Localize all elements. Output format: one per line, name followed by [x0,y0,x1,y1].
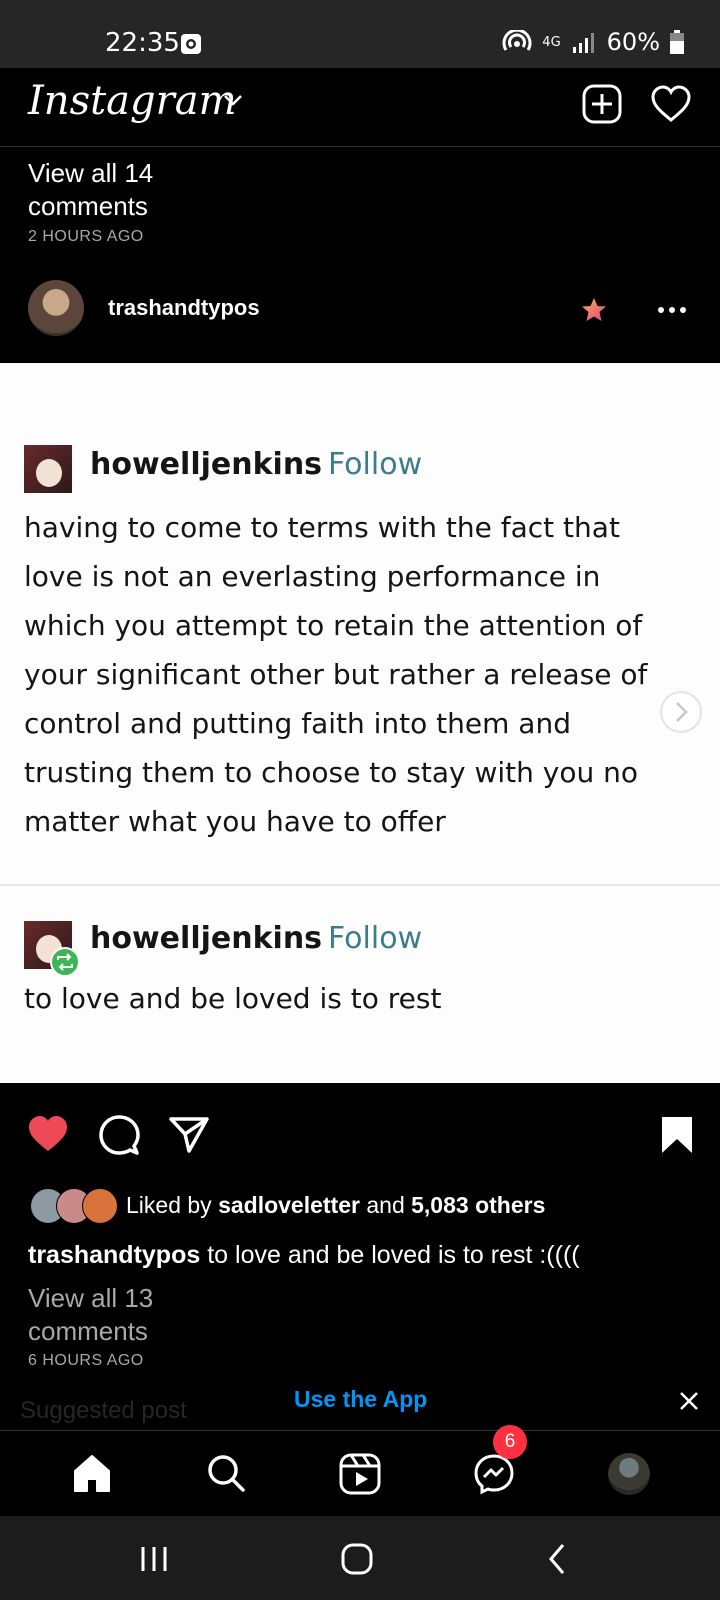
tumblr-follow-2: Follow [328,921,423,956]
tumblr-avatar-1 [24,445,72,493]
system-nav-bar [0,1516,720,1600]
suggested-post-label: Suggested post [20,1397,187,1424]
favorite-star-icon [582,298,606,321]
post-caption: trashandtypos to love and be loved is to… [28,1241,580,1270]
home-button-icon[interactable] [340,1542,374,1576]
messenger-badge: 6 [493,1425,527,1459]
post-username[interactable]: trashandtypos [108,295,260,321]
tumblr-username-1: howelljenkins [90,447,323,482]
recent-apps-icon[interactable] [139,1544,169,1574]
close-icon[interactable] [679,1391,699,1411]
prev-time-ago: 2 HOURS AGO [28,228,144,245]
post-avatar[interactable] [28,280,84,336]
share-icon[interactable] [168,1116,210,1154]
caption-username[interactable]: trashandtypos [28,1241,200,1269]
comment-icon[interactable] [98,1114,140,1156]
back-icon[interactable] [546,1542,568,1576]
liked-by-prefix: Liked by [126,1192,212,1218]
liked-by-user[interactable]: sadloveletter [218,1192,360,1218]
tumblr-post-text-2: to love and be loved is to rest [24,982,442,1015]
like-heart-icon[interactable] [26,1114,70,1154]
post-image[interactable]: howelljenkins Follow having to come to t… [0,363,720,1083]
chevron-down-icon[interactable] [222,92,244,108]
hotspot-icon [502,30,532,51]
tumblr-avatar-2 [24,921,80,977]
tumblr-follow-1: Follow [328,447,423,482]
bottom-nav: 6 [0,1425,720,1517]
tumblr-username-2: howelljenkins [90,921,323,956]
network-type: 4G [542,34,561,50]
instagram-logo[interactable]: Instagram [28,78,237,124]
status-bar: 22:35 4G 60% [0,0,720,68]
more-options-icon[interactable] [657,306,687,314]
battery-icon [670,30,684,54]
profile-avatar[interactable] [608,1453,650,1495]
carousel-next-icon[interactable] [659,690,703,734]
tumblr-divider [0,884,720,886]
reblog-icon [50,947,80,977]
status-time: 22:35 [105,28,180,58]
post-time-ago: 6 HOURS AGO [28,1352,144,1369]
messenger-icon[interactable] [473,1453,515,1495]
caption-text: to love and be loved is to rest :(((( [207,1241,580,1269]
liked-by-text[interactable]: Liked by sadloveletter and 5,083 others [126,1192,545,1219]
tumblr-post-text-1: having to come to terms with the fact th… [24,511,648,838]
liked-by-avatars [30,1188,118,1224]
reels-icon[interactable] [339,1453,381,1495]
use-the-app-link[interactable]: Use the App [294,1386,427,1413]
liked-by-and: and [366,1192,405,1218]
notification-icon [181,34,201,54]
activity-heart-icon[interactable] [650,84,692,124]
save-bookmark-icon[interactable] [660,1115,694,1155]
prev-view-comments-link[interactable]: View all 14 comments [28,157,168,223]
app-header: Instagram [0,68,720,147]
new-post-icon[interactable] [582,84,622,124]
liked-by-others[interactable]: 5,083 others [411,1192,545,1218]
home-icon[interactable] [72,1453,112,1493]
battery-percent: 60% [606,28,660,56]
search-icon[interactable] [206,1453,246,1493]
view-comments-link[interactable]: View all 13 comments [28,1282,168,1348]
signal-icon [572,33,594,53]
status-right: 4G 60% [502,28,684,56]
